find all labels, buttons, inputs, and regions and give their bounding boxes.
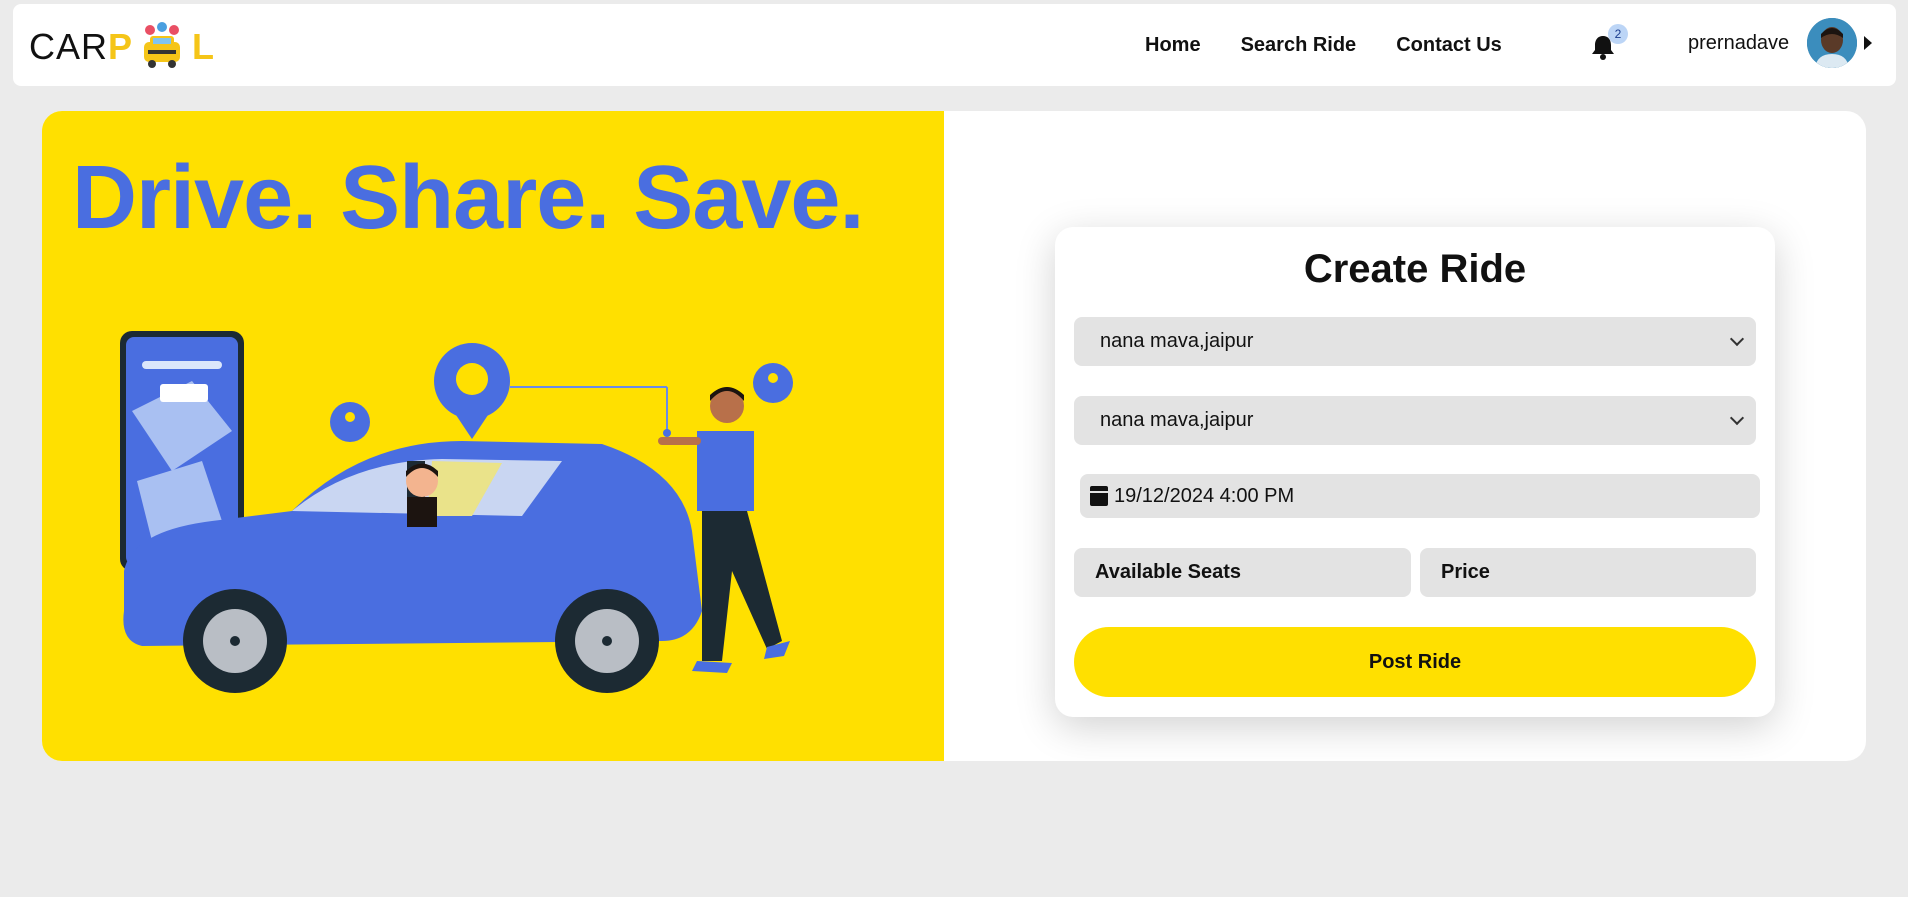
nav-home-link[interactable]: Home	[1145, 34, 1201, 57]
nav-links: Home Search Ride Contact Us	[1145, 34, 1502, 57]
logo[interactable]: CAR P L	[29, 22, 214, 72]
hero-tagline: Drive. Share. Save.	[72, 148, 864, 248]
create-ride-card: Create Ride nana mava,jaipur nana mava,j…	[1055, 227, 1775, 717]
post-ride-button[interactable]: Post Ride	[1074, 627, 1756, 697]
calendar-icon	[1090, 486, 1108, 506]
datetime-value: 19/12/2024 4:00 PM	[1114, 484, 1295, 507]
card-title: Create Ride	[1303, 247, 1527, 291]
available-seats-input[interactable]: Available Seats	[1074, 548, 1411, 597]
avatar-image	[1807, 18, 1857, 68]
price-input[interactable]: Price	[1420, 548, 1756, 597]
caret-right-icon[interactable]	[1864, 36, 1872, 50]
logo-text-l: L	[192, 26, 215, 67]
from-location-value: nana mava,jaipur	[1100, 330, 1254, 352]
avatar[interactable]	[1807, 18, 1857, 68]
hero-banner: Drive. Share. Save.	[42, 111, 944, 761]
datetime-input[interactable]: 19/12/2024 4:00 PM	[1080, 474, 1760, 518]
to-location-value: nana mava,jaipur	[1100, 409, 1254, 431]
logo-text-prefix: CAR	[29, 26, 109, 67]
username[interactable]: prernadave	[1688, 32, 1789, 55]
nav-search-ride-link[interactable]: Search Ride	[1241, 34, 1357, 57]
carpool-illustration	[120, 331, 793, 693]
nav-contact-us-link[interactable]: Contact Us	[1396, 34, 1502, 57]
logo-text-p: P	[108, 26, 133, 67]
available-seats-placeholder: Available Seats	[1095, 561, 1242, 583]
carpool-logo-icon	[144, 22, 181, 68]
chevron-down-icon	[1729, 410, 1745, 426]
chevron-down-icon	[1729, 331, 1745, 347]
notification-badge: 2	[1608, 24, 1628, 44]
from-location-select[interactable]: nana mava,jaipur	[1074, 317, 1756, 366]
price-placeholder: Price	[1441, 561, 1490, 583]
to-location-select[interactable]: nana mava,jaipur	[1074, 396, 1756, 445]
hero-section: Drive. Share. Save. Create Ride nana mav…	[42, 111, 1866, 761]
